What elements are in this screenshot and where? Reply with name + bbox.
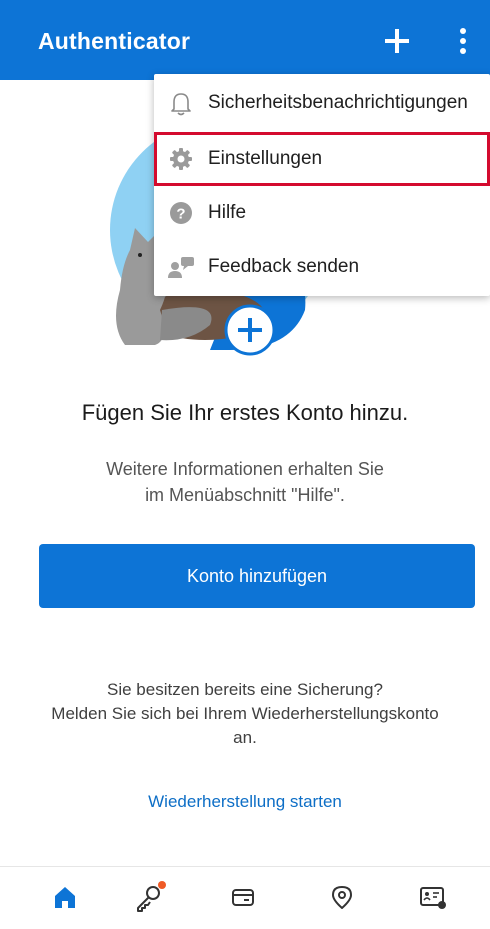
app-title: Authenticator [38, 28, 191, 54]
overflow-menu: Sicherheitsbenachrichtigungen Einstellun… [154, 74, 490, 296]
backup-line: Sie besitzen bereits eine Sicherung? [107, 680, 383, 699]
home-icon [55, 887, 75, 908]
add-account-icon-button[interactable] [380, 24, 414, 58]
backup-info-text: Sie besitzen bereits eine Sicherung? Mel… [0, 678, 490, 750]
id-card-icon [420, 887, 446, 909]
backup-line: an. [233, 728, 257, 747]
subtext-line: im Menüabschnitt "Hilfe". [145, 485, 345, 505]
location-icon [332, 886, 352, 909]
more-options-button[interactable] [450, 24, 476, 58]
backup-line: Melden Sie sich bei Ihrem Wiederherstell… [51, 704, 439, 723]
nav-home[interactable] [45, 879, 85, 915]
menu-item-settings[interactable]: Einstellungen [154, 132, 490, 186]
card-icon [232, 889, 254, 906]
menu-item-feedback[interactable]: Feedback senden [154, 242, 490, 292]
menu-item-security-notifications[interactable]: Sicherheitsbenachrichtigungen [154, 78, 490, 128]
subtext-line: Weitere Informationen erhalten Sie [106, 459, 384, 479]
svg-text:?: ? [176, 206, 185, 223]
menu-item-label: Einstellungen [208, 148, 323, 169]
start-recovery-link[interactable]: Wiederherstellung starten [0, 792, 490, 812]
menu-item-label: Sicherheitsbenachrichtigungen [208, 92, 468, 113]
plus-icon [385, 29, 409, 53]
nav-passwords[interactable] [130, 879, 170, 915]
add-account-button[interactable]: Konto hinzufügen [39, 544, 475, 608]
nav-verified-ids[interactable] [413, 879, 453, 915]
help-icon: ? [166, 198, 196, 228]
gear-icon [166, 144, 196, 174]
nav-addresses[interactable] [322, 879, 362, 915]
menu-item-label: Hilfe [208, 202, 247, 223]
more-vertical-icon [460, 28, 466, 54]
app-bar: Authenticator [0, 0, 490, 80]
menu-item-help[interactable]: ? Hilfe [154, 188, 490, 238]
nav-payments[interactable] [223, 879, 263, 915]
menu-item-label: Feedback senden [208, 256, 360, 277]
empty-state-headline: Fügen Sie Ihr erstes Konto hinzu. [81, 400, 409, 425]
feedback-icon [166, 252, 196, 282]
bell-icon [166, 88, 196, 118]
empty-state-subtext: Weitere Informationen erhalten Sie im Me… [0, 456, 490, 508]
bottom-navigation [0, 866, 490, 929]
key-icon [137, 881, 166, 912]
